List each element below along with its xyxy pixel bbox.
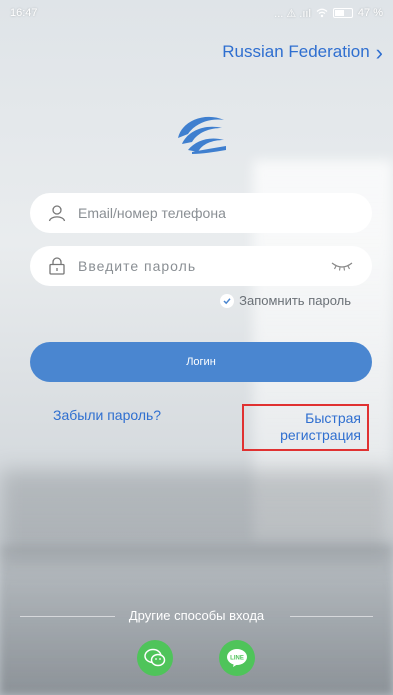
password-field[interactable] — [30, 246, 372, 286]
line-login-button[interactable]: LINE — [219, 640, 255, 676]
forgot-password-link[interactable]: Забыли пароль? — [53, 407, 161, 423]
lock-icon — [49, 257, 65, 275]
line-icon: LINE — [227, 649, 247, 667]
battery-icon — [332, 8, 353, 18]
quick-register-line2: регистрация — [280, 427, 361, 443]
signal-icons: ... ⚠ .ııl — [274, 7, 311, 20]
user-icon — [48, 205, 66, 222]
check-icon — [220, 293, 235, 308]
app-logo — [178, 116, 226, 154]
svg-text:LINE: LINE — [230, 656, 244, 662]
quick-register-link[interactable]: Быстрая регистрация — [242, 404, 369, 451]
wifi-icon — [316, 8, 328, 18]
remember-password-label: Запомнить пароль — [239, 293, 351, 308]
email-input[interactable] — [76, 204, 354, 222]
remember-password-toggle[interactable]: Запомнить пароль — [220, 293, 351, 308]
quick-register-line1: Быстрая — [305, 410, 361, 426]
status-indicators: ... ⚠ .ııl 47 % — [274, 7, 383, 20]
region-selector[interactable]: Russian Federation › — [222, 39, 383, 65]
email-field[interactable] — [30, 193, 372, 233]
status-bar: 16:47 ... ⚠ .ııl 47 % — [0, 0, 393, 26]
chevron-right-icon: › — [375, 39, 383, 65]
login-button[interactable]: Логин — [30, 342, 372, 382]
eye-closed-icon[interactable] — [330, 259, 354, 273]
battery-percent: 47 % — [357, 7, 383, 19]
region-label: Russian Federation — [222, 42, 370, 61]
wechat-login-button[interactable] — [137, 640, 173, 676]
password-input[interactable] — [76, 257, 330, 275]
wechat-icon — [144, 648, 166, 667]
divider-right — [290, 616, 373, 617]
status-time: 16:47 — [10, 7, 38, 19]
